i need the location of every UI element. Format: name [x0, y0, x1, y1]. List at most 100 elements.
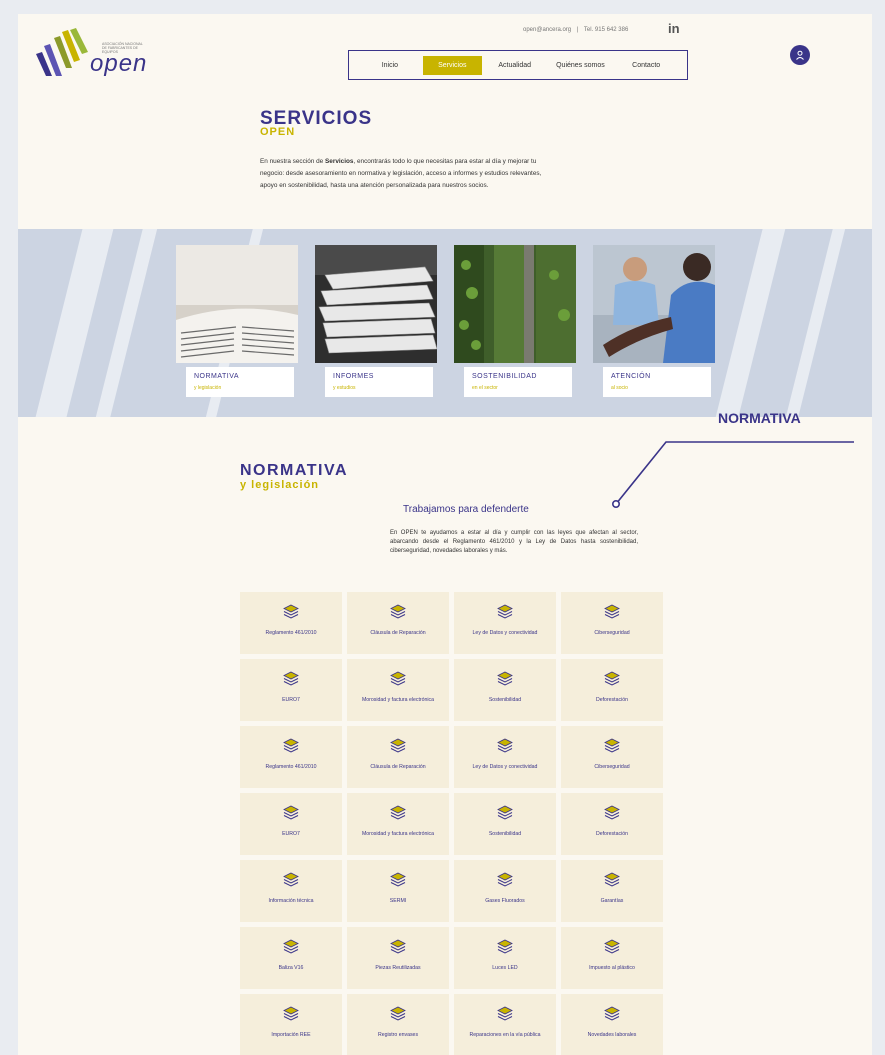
- topic-tile-label: Cláusula de Reparación: [370, 764, 426, 770]
- topic-tile-label: Ciberseguridad: [594, 630, 630, 636]
- layers-icon: [497, 671, 513, 687]
- topic-tile[interactable]: Morosidad y factura electrónica: [347, 659, 449, 721]
- topic-tile[interactable]: Reglamento 461/2010: [240, 726, 342, 788]
- linkedin-icon[interactable]: in: [668, 21, 680, 36]
- topic-tile[interactable]: Información técnica: [240, 860, 342, 922]
- layers-icon: [497, 939, 513, 955]
- normativa-subtitle: y legislación: [240, 479, 320, 491]
- layers-icon: [497, 738, 513, 754]
- topic-tile[interactable]: Impuesto al plástico: [561, 927, 663, 989]
- topic-tile-label: Impuesto al plástico: [589, 965, 635, 971]
- topic-tile[interactable]: SERMI: [347, 860, 449, 922]
- card-image-book: [176, 245, 298, 363]
- site-logo[interactable]: ASOCIACIÓN NACIONAL DE FABRICANTES DE EQ…: [32, 24, 152, 80]
- callout-label: NORMATIVA: [718, 410, 801, 426]
- layers-icon: [604, 738, 620, 754]
- layers-icon: [604, 1006, 620, 1022]
- topic-tile-label: Sostenibilidad: [488, 831, 522, 837]
- layers-icon: [283, 738, 299, 754]
- layers-icon: [604, 872, 620, 888]
- topic-tile[interactable]: EURO7: [240, 659, 342, 721]
- layers-icon: [390, 872, 406, 888]
- card-label: ATENCIÓN al socio: [603, 367, 711, 397]
- service-card-atencion[interactable]: ATENCIÓN al socio: [593, 245, 715, 399]
- topic-tile[interactable]: Piezas Reutilizadas: [347, 927, 449, 989]
- callout-pointer-icon: [612, 441, 854, 508]
- topic-tile-label: Morosidad y factura electrónica: [361, 831, 435, 837]
- layers-icon: [390, 805, 406, 821]
- topic-tile-label: Ciberseguridad: [594, 764, 630, 770]
- topic-tile[interactable]: Deforestación: [561, 659, 663, 721]
- topic-tile[interactable]: Sostenibilidad: [454, 793, 556, 855]
- service-card-normativa[interactable]: NORMATIVA y legislación: [176, 245, 298, 399]
- topic-tile[interactable]: Novedades laborales: [561, 994, 663, 1055]
- layers-icon: [604, 671, 620, 687]
- topic-tile-label: Deforestación: [595, 831, 628, 837]
- service-card-informes[interactable]: INFORMES y estudios: [315, 245, 437, 399]
- layers-icon: [283, 872, 299, 888]
- topic-tile-label: Garantías: [600, 898, 624, 904]
- nav-item-contacto[interactable]: Contacto: [613, 56, 679, 75]
- logo-wordmark: open: [90, 50, 148, 77]
- layers-icon: [283, 604, 299, 620]
- topic-tile-label: Sostenibilidad: [488, 697, 522, 703]
- nav-item-servicios[interactable]: Servicios: [422, 55, 482, 75]
- section-heading: Trabajamos para defenderte: [403, 504, 529, 515]
- layers-icon: [283, 1006, 299, 1022]
- topic-tile[interactable]: Luces LED: [454, 927, 556, 989]
- user-account-button[interactable]: [790, 45, 810, 65]
- topic-tile[interactable]: Importación REE: [240, 994, 342, 1055]
- section-text: En OPEN te ayudamos a estar al día y cum…: [390, 530, 638, 554]
- contact-phone[interactable]: Tel. 915 642 386: [584, 27, 628, 33]
- layers-icon: [497, 805, 513, 821]
- nav-item-quienes-somos[interactable]: Quiénes somos: [548, 56, 614, 75]
- topic-tile[interactable]: Morosidad y factura electrónica: [347, 793, 449, 855]
- layers-icon: [604, 939, 620, 955]
- topic-tile-label: Piezas Reutilizadas: [375, 965, 421, 971]
- layers-icon: [283, 939, 299, 955]
- topic-tile[interactable]: Ley de Datos y conectividad: [454, 592, 556, 654]
- topic-tile-label: Registro envases: [377, 1032, 419, 1038]
- service-card-sostenibilidad[interactable]: SOSTENIBILIDAD en el sector: [454, 245, 576, 399]
- topic-tile-label: Importación REE: [271, 1032, 311, 1038]
- topic-tile-label: Reglamento 461/2010: [265, 630, 317, 636]
- contact-separator: |: [576, 27, 579, 33]
- topic-tile-label: Morosidad y factura electrónica: [361, 697, 435, 703]
- contact-email[interactable]: open@ancera.org: [523, 27, 571, 33]
- nav-item-actualidad[interactable]: Actualidad: [482, 56, 548, 75]
- topic-tile-label: Luces LED: [492, 965, 518, 971]
- topic-tile-label: Reglamento 461/2010: [265, 764, 317, 770]
- topic-tile[interactable]: Garantías: [561, 860, 663, 922]
- topic-tile-label: Ley de Datos y conectividad: [472, 764, 538, 770]
- topic-tile[interactable]: Reglamento 461/2010: [240, 592, 342, 654]
- topic-tile[interactable]: Baliza V16: [240, 927, 342, 989]
- page: ASOCIACIÓN NACIONAL DE FABRICANTES DE EQ…: [18, 14, 872, 1055]
- card-image-road: [454, 245, 576, 363]
- card-label: NORMATIVA y legislación: [186, 367, 294, 397]
- topic-tile[interactable]: EURO7: [240, 793, 342, 855]
- layers-icon: [604, 604, 620, 620]
- topic-tile[interactable]: Registro envases: [347, 994, 449, 1055]
- logo-mark-icon: [36, 28, 88, 76]
- normativa-title: NORMATIVA: [240, 462, 349, 479]
- topic-tile[interactable]: Ciberseguridad: [561, 726, 663, 788]
- topic-tile-label: Deforestación: [595, 697, 628, 703]
- nav-item-inicio[interactable]: Inicio: [357, 56, 423, 75]
- topic-tile[interactable]: Ciberseguridad: [561, 592, 663, 654]
- topic-tile[interactable]: Gases Fluorados: [454, 860, 556, 922]
- topic-tile[interactable]: Cláusula de Reparación: [347, 592, 449, 654]
- layers-icon: [390, 604, 406, 620]
- page-subtitle: OPEN: [260, 126, 296, 138]
- topic-tile-label: Información técnica: [268, 898, 314, 904]
- topic-tile-label: Cláusula de Reparación: [370, 630, 426, 636]
- normativa-topics-grid: Reglamento 461/2010 Cláusula de Reparació…: [240, 592, 663, 1055]
- topic-tile[interactable]: Deforestación: [561, 793, 663, 855]
- topic-tile[interactable]: Reparaciones en la vía pública: [454, 994, 556, 1055]
- layers-icon: [390, 738, 406, 754]
- layers-icon: [497, 1006, 513, 1022]
- topic-tile[interactable]: Ley de Datos y conectividad: [454, 726, 556, 788]
- topic-tile[interactable]: Sostenibilidad: [454, 659, 556, 721]
- layers-icon: [604, 805, 620, 821]
- layers-icon: [497, 872, 513, 888]
- topic-tile[interactable]: Cláusula de Reparación: [347, 726, 449, 788]
